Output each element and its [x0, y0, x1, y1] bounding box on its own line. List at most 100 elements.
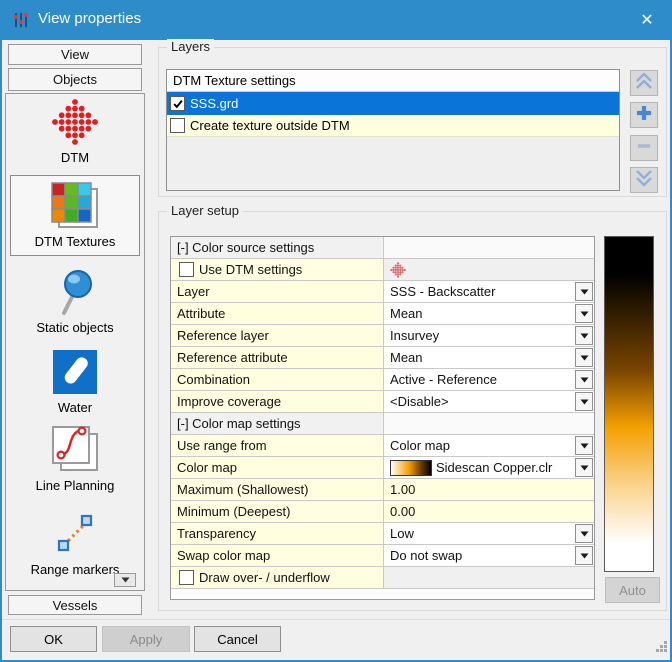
checkbox-unchecked[interactable]: [179, 570, 194, 585]
setup-row-value[interactable]: Insurvey: [384, 325, 594, 346]
layers-group-label: Layers: [167, 39, 214, 54]
chevron-double-down-icon: [634, 169, 654, 192]
setup-row-label: Draw over- / underflow: [171, 567, 384, 588]
setup-row-label-text: Draw over- / underflow: [199, 570, 330, 585]
chevron-double-down-button[interactable]: [630, 167, 658, 193]
checkbox-unchecked[interactable]: [179, 262, 194, 277]
line-planning-icon: [9, 424, 141, 476]
layers-group: Layers DTM Texture settings SSS.grdCreat…: [158, 47, 667, 197]
apply-button[interactable]: Apply: [102, 626, 190, 652]
setup-row-value[interactable]: Sidescan Copper.clr: [384, 457, 594, 478]
setup-row-improve-coverage: Improve coverage<Disable>: [171, 391, 594, 413]
setup-row-value[interactable]: Mean: [384, 347, 594, 368]
window-title: View properties: [38, 10, 141, 27]
setup-row-color-map: Color map Sidescan Copper.clr: [171, 457, 594, 479]
setup-row-value[interactable]: 1.00: [384, 479, 594, 500]
layer-row-create-texture-outside-dtm[interactable]: Create texture outside DTM: [167, 115, 619, 137]
dropdown-button[interactable]: [575, 436, 593, 455]
sidebar-item-water[interactable]: Water: [9, 346, 141, 415]
plus-icon: [635, 104, 653, 127]
dtm-dots-icon: [9, 96, 141, 148]
setup-row-value[interactable]: Color map: [384, 435, 594, 456]
setup-row-combination: Combination Active - Reference: [171, 369, 594, 391]
setup-row-label: Combination: [171, 369, 384, 390]
tab-objects[interactable]: Objects: [8, 68, 142, 91]
chevron-double-up-button[interactable]: [630, 70, 658, 96]
setup-row-label[interactable]: [-] Color map settings: [171, 413, 384, 434]
setup-row-label[interactable]: [-] Color source settings: [171, 237, 384, 258]
cancel-button[interactable]: Cancel: [194, 626, 281, 652]
setup-row-value[interactable]: Do not swap: [384, 545, 594, 566]
sidebar-item-dtm-textures[interactable]: DTM Textures: [10, 175, 140, 256]
setup-row-value-text: 1.00: [390, 482, 415, 497]
setup-row-value[interactable]: Mean: [384, 303, 594, 324]
setup-table-empty-area: [171, 589, 594, 599]
layer-row-sss-grd[interactable]: SSS.grd: [167, 92, 619, 115]
setup-row-label: Use DTM settings: [171, 259, 384, 280]
setup-row-label-text: [-] Color source settings: [177, 240, 314, 255]
setup-row-value-text: Mean: [390, 306, 423, 321]
minus-button[interactable]: [630, 135, 658, 161]
checkbox-unchecked[interactable]: [170, 118, 185, 133]
layer-setup-group: Layer setup [-] Color source settingsUse…: [158, 211, 667, 611]
setup-row-color-source-settings: [-] Color source settings: [171, 237, 594, 259]
ok-button[interactable]: OK: [10, 626, 97, 652]
dropdown-button[interactable]: [575, 348, 593, 367]
setup-row-label-text: Swap color map: [177, 548, 270, 563]
colormap-gradient-bar: [604, 236, 654, 572]
sidebar-item-dtm[interactable]: DTM: [9, 96, 141, 165]
setup-row-label: Attribute: [171, 303, 384, 324]
dropdown-button[interactable]: [575, 370, 593, 389]
setup-row-transparency: TransparencyLow: [171, 523, 594, 545]
colormap-swatch: [390, 460, 432, 476]
tab-view[interactable]: View: [8, 44, 142, 65]
setup-row-value[interactable]: 0.00: [384, 501, 594, 522]
resize-grip-icon[interactable]: [655, 640, 668, 658]
setup-row-label-text: [-] Color map settings: [177, 416, 301, 431]
setup-row-value: [384, 567, 594, 588]
setup-row-use-dtm-settings: Use DTM settings: [171, 259, 594, 281]
setup-row-value-text: Low: [390, 526, 414, 541]
setup-row-label-text: Combination: [177, 372, 250, 387]
setup-row-value-text: Do not swap: [390, 548, 462, 563]
setup-row-value[interactable]: Low: [384, 523, 594, 544]
dropdown-button[interactable]: [575, 282, 593, 301]
setup-row-value-text: Active - Reference: [390, 372, 497, 387]
titlebar: View properties ✕: [0, 0, 672, 40]
dropdown-button[interactable]: [575, 304, 593, 323]
minus-icon: [635, 137, 653, 160]
dropdown-button[interactable]: [575, 392, 593, 411]
setup-row-label-text: Layer: [177, 284, 210, 299]
chevron-double-up-icon: [634, 72, 654, 95]
tab-vessels[interactable]: Vessels: [8, 595, 142, 615]
setup-row-value[interactable]: <Disable>: [384, 391, 594, 412]
footer-bar: OK Apply Cancel: [2, 619, 670, 660]
setup-row-value-text: SSS - Backscatter: [390, 284, 495, 299]
setup-row-use-range-from: Use range from Color map: [171, 435, 594, 457]
close-icon[interactable]: ✕: [630, 6, 664, 34]
dropdown-button[interactable]: [575, 326, 593, 345]
setup-row-label: Layer: [171, 281, 384, 302]
checkbox-checked[interactable]: [170, 96, 185, 111]
plus-button[interactable]: [630, 102, 658, 128]
setup-row-swap-color-map: Swap color map Do not swap: [171, 545, 594, 567]
setup-row-label: Reference attribute: [171, 347, 384, 368]
setup-row-layer: Layer SSS - Backscatter: [171, 281, 594, 303]
dropdown-button[interactable]: [575, 524, 593, 543]
setup-row-value-text: Sidescan Copper.clr: [436, 460, 552, 475]
sidebar-item-line-planning[interactable]: Line Planning: [9, 424, 141, 493]
sidebar-item-label: DTM Textures: [11, 234, 139, 249]
setup-row-label: Swap color map: [171, 545, 384, 566]
setup-row-label: Minimum (Deepest): [171, 501, 384, 522]
setup-row-value[interactable]: SSS - Backscatter: [384, 281, 594, 302]
dropdown-button[interactable]: [575, 546, 593, 565]
sidebar-scroll-down-button[interactable]: [114, 573, 136, 587]
setup-row-label-text: Use range from: [177, 438, 267, 453]
setup-row-label-text: Color map: [177, 460, 237, 475]
setup-row-value[interactable]: Active - Reference: [384, 369, 594, 390]
layers-list-header: DTM Texture settings: [167, 70, 619, 92]
auto-button[interactable]: Auto: [605, 577, 660, 603]
dropdown-button[interactable]: [575, 458, 593, 477]
sidebar-item-range-markers[interactable]: Range markers: [9, 508, 141, 577]
sidebar-item-static-objects[interactable]: Static objects: [9, 266, 141, 335]
